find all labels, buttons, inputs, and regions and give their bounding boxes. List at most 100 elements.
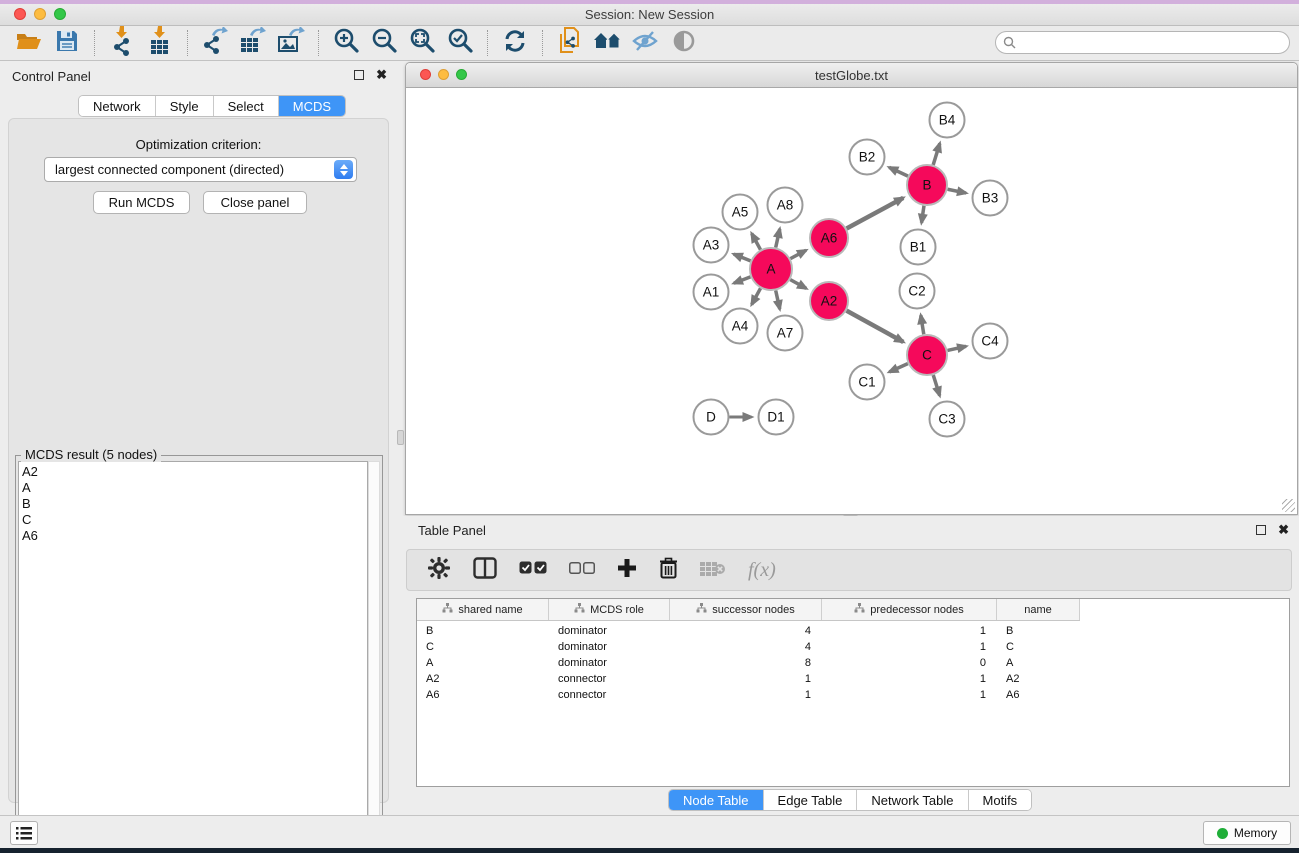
edge-B-B4[interactable] xyxy=(933,143,940,165)
mcds-result-item[interactable]: A2 xyxy=(22,464,367,480)
minimize-window-button[interactable] xyxy=(34,8,46,20)
edge-A-A7[interactable] xyxy=(776,290,780,309)
table-row[interactable]: Cdominator41C xyxy=(417,639,1080,655)
add-column-button[interactable] xyxy=(617,555,637,585)
tab-edge-table[interactable]: Edge Table xyxy=(764,790,858,810)
mcds-result-item[interactable]: A6 xyxy=(22,528,367,544)
tab-style[interactable]: Style xyxy=(156,96,214,116)
float-table-panel-icon[interactable] xyxy=(1256,525,1266,535)
edge-A-A5[interactable] xyxy=(752,234,761,250)
hide-selected-button[interactable] xyxy=(627,28,665,58)
window-controls[interactable] xyxy=(14,8,66,20)
graph-node-B3[interactable]: B3 xyxy=(973,181,1008,216)
column-header-successor-nodes[interactable]: successor nodes xyxy=(670,599,822,620)
network-minimize-button[interactable] xyxy=(438,69,449,80)
graph-node-C4[interactable]: C4 xyxy=(973,324,1008,359)
close-panel-button[interactable]: Close panel xyxy=(203,191,307,214)
new-network-from-selection-button[interactable] xyxy=(551,28,589,58)
graph-node-B4[interactable]: B4 xyxy=(930,103,965,138)
close-panel-icon[interactable]: ✖ xyxy=(376,70,387,80)
graph-node-A5[interactable]: A5 xyxy=(723,195,758,230)
tab-network[interactable]: Network xyxy=(79,96,156,116)
graph-node-A4[interactable]: A4 xyxy=(723,309,758,344)
search-field[interactable] xyxy=(995,31,1290,54)
close-table-panel-icon[interactable]: ✖ xyxy=(1278,525,1289,535)
graph-node-D[interactable]: D xyxy=(694,400,729,435)
export-network-button[interactable] xyxy=(196,28,234,58)
mcds-result-item[interactable]: B xyxy=(22,496,367,512)
mcds-result-item[interactable]: A xyxy=(22,480,367,496)
column-header-MCDS-role[interactable]: MCDS role xyxy=(549,599,670,620)
graph-node-A2[interactable]: A2 xyxy=(810,282,848,320)
column-header-shared-name[interactable]: shared name xyxy=(417,599,549,620)
first-neighbors-home-button[interactable] xyxy=(589,28,627,58)
table-row[interactable]: A6connector11A6 xyxy=(417,687,1080,703)
column-header-name[interactable]: name xyxy=(997,599,1080,620)
network-canvas[interactable]: B4B2BB3B1A5A8A6A3AA1A2C2A4A7CC4C1C3DD1 xyxy=(406,88,1297,514)
export-image-button[interactable] xyxy=(272,28,310,58)
graph-node-D1[interactable]: D1 xyxy=(759,400,794,435)
graph-node-A7[interactable]: A7 xyxy=(768,316,803,351)
graph-node-A3[interactable]: A3 xyxy=(694,228,729,263)
graph-node-A8[interactable]: A8 xyxy=(768,188,803,223)
close-window-button[interactable] xyxy=(14,8,26,20)
tab-network-table[interactable]: Network Table xyxy=(857,790,968,810)
select-all-columns-button[interactable] xyxy=(519,555,547,585)
delete-column-button[interactable] xyxy=(659,555,678,585)
edge-B-B2[interactable] xyxy=(889,167,908,176)
table-row[interactable]: Bdominator41B xyxy=(417,623,1080,639)
run-mcds-button[interactable]: Run MCDS xyxy=(93,191,190,214)
zoom-in-button[interactable] xyxy=(327,28,365,58)
graph-node-C[interactable]: C xyxy=(907,335,947,375)
graph-node-B2[interactable]: B2 xyxy=(850,140,885,175)
import-table-button[interactable] xyxy=(141,28,179,58)
export-table-button[interactable] xyxy=(234,28,272,58)
network-close-button[interactable] xyxy=(420,69,431,80)
edge-B-B3[interactable] xyxy=(948,189,966,193)
edge-A2-C[interactable] xyxy=(847,311,904,342)
table-header-row[interactable]: shared nameMCDS rolesuccessor nodesprede… xyxy=(417,599,1080,621)
split-divider-handle-vertical[interactable] xyxy=(397,430,404,445)
edge-A-A6[interactable] xyxy=(790,250,806,258)
edge-A-A8[interactable] xyxy=(776,229,780,248)
tab-mcds[interactable]: MCDS xyxy=(279,96,345,116)
table-row[interactable]: A2connector11A2 xyxy=(417,671,1080,687)
criterion-dropdown[interactable]: largest connected component (directed) xyxy=(44,157,357,182)
table-row[interactable]: Adominator80A xyxy=(417,655,1080,671)
edge-B-B1[interactable] xyxy=(922,206,924,223)
zoom-window-button[interactable] xyxy=(54,8,66,20)
graph-node-A1[interactable]: A1 xyxy=(694,275,729,310)
mcds-result-scrollbar[interactable] xyxy=(368,461,380,846)
tab-node-table[interactable]: Node Table xyxy=(669,790,764,810)
table-body[interactable]: Bdominator41BCdominator41CAdominator80AA… xyxy=(417,623,1080,703)
graph-node-C1[interactable]: C1 xyxy=(850,365,885,400)
edge-C-C2[interactable] xyxy=(921,315,924,334)
mcds-result-item[interactable]: C xyxy=(22,512,367,528)
column-header-predecessor-nodes[interactable]: predecessor nodes xyxy=(822,599,997,620)
network-zoom-button[interactable] xyxy=(456,69,467,80)
task-history-button[interactable] xyxy=(10,821,38,845)
edge-A6-B[interactable] xyxy=(847,198,904,229)
edge-A-A1[interactable] xyxy=(734,277,751,283)
import-network-button[interactable] xyxy=(103,28,141,58)
settings-gear-button[interactable] xyxy=(427,555,451,585)
node-table[interactable]: shared nameMCDS rolesuccessor nodesprede… xyxy=(416,598,1290,787)
save-session-button[interactable] xyxy=(48,28,86,58)
network-window-controls[interactable] xyxy=(420,69,467,80)
edge-A-A4[interactable] xyxy=(752,288,761,304)
window-resize-grip[interactable] xyxy=(1282,499,1295,512)
edge-A-A2[interactable] xyxy=(790,280,806,289)
graph-node-C2[interactable]: C2 xyxy=(900,274,935,309)
tab-select[interactable]: Select xyxy=(214,96,279,116)
graph-node-A6[interactable]: A6 xyxy=(810,219,848,257)
split-view-button[interactable] xyxy=(473,555,497,585)
mcds-result-list[interactable]: A2ABCA6 xyxy=(18,461,368,846)
graph-node-C3[interactable]: C3 xyxy=(930,402,965,437)
graph-node-A[interactable]: A xyxy=(750,248,792,290)
edge-C-C3[interactable] xyxy=(933,375,939,396)
open-file-button[interactable] xyxy=(10,28,48,58)
edge-C-C4[interactable] xyxy=(947,346,966,350)
zoom-out-button[interactable] xyxy=(365,28,403,58)
edge-A-A3[interactable] xyxy=(734,254,751,261)
zoom-fit-button[interactable] xyxy=(403,28,441,58)
